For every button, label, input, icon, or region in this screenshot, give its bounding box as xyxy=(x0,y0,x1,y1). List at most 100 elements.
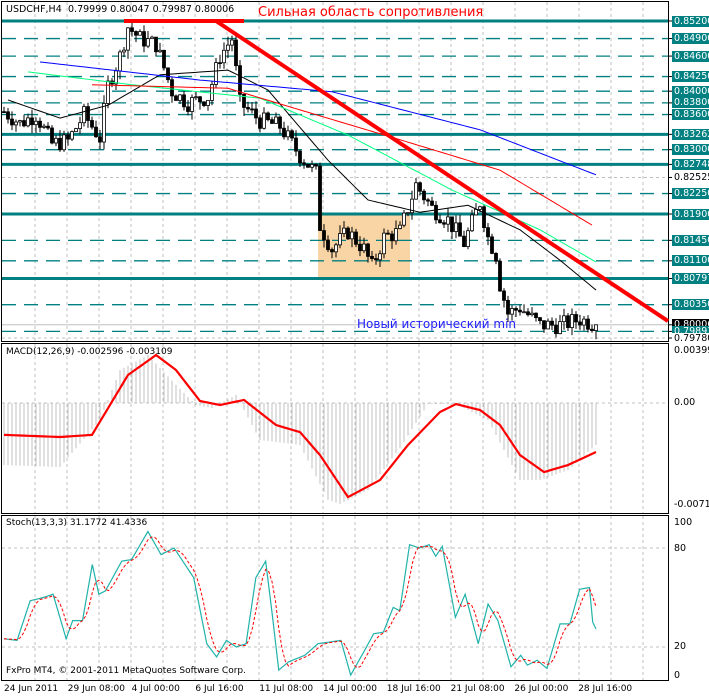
price-label: 0.82250 xyxy=(672,188,709,200)
bull-candle xyxy=(226,44,230,51)
price-label: 0.80350 xyxy=(672,299,709,311)
bear-candle xyxy=(46,125,50,129)
bull-candle xyxy=(210,84,214,101)
bear-candle xyxy=(542,320,546,330)
bear-candle xyxy=(554,324,558,335)
bear-candle xyxy=(450,216,454,232)
bull-candle xyxy=(474,208,478,216)
time-label: 21 Jul 08:00 xyxy=(450,684,505,694)
bear-candle xyxy=(578,321,582,326)
bull-candle xyxy=(42,125,46,128)
bear-candle xyxy=(6,111,10,120)
bear-candle xyxy=(170,79,174,97)
bull-candle xyxy=(334,244,338,253)
bull-candle xyxy=(54,137,58,144)
bear-candle xyxy=(98,136,102,143)
bull-candle xyxy=(582,318,586,326)
stoch-signal-line xyxy=(3,536,597,669)
bear-candle xyxy=(246,107,250,110)
bull-candle xyxy=(382,232,386,255)
bear-candle xyxy=(174,95,178,101)
time-label: 11 Jul 08:00 xyxy=(259,684,314,694)
price-label: 0.84600 xyxy=(672,50,709,62)
bear-candle xyxy=(130,27,134,32)
time-label: 24 Jun 2011 xyxy=(4,684,59,694)
time-label: 18 Jul 16:00 xyxy=(386,684,441,694)
bear-candle xyxy=(526,311,530,316)
bull-candle xyxy=(78,122,82,130)
price-label: 0.84000 xyxy=(672,85,709,97)
bull-candle xyxy=(122,49,126,53)
macd-axis-zero: 0.00 xyxy=(672,397,698,408)
bull-candle xyxy=(18,120,22,123)
bear-candle xyxy=(314,164,318,167)
bear-candle xyxy=(266,112,270,121)
price-label: 0.83600 xyxy=(672,109,709,121)
bear-candle xyxy=(514,308,518,311)
bear-candle xyxy=(498,260,502,292)
main-panel-frame xyxy=(1,1,669,342)
bear-candle xyxy=(50,127,54,144)
bull-candle xyxy=(414,182,418,200)
bear-candle xyxy=(482,206,486,229)
bear-candle xyxy=(586,318,590,330)
price-label: 0.81450 xyxy=(672,234,709,246)
bear-candle xyxy=(186,106,190,112)
bear-candle xyxy=(590,328,594,332)
bull-candle xyxy=(446,216,450,225)
price-label: 0.83262 xyxy=(672,128,709,140)
bear-candle xyxy=(2,111,6,114)
bull-candle xyxy=(562,315,566,323)
bear-candle xyxy=(426,199,430,202)
time-label: 29 Jun 08:00 xyxy=(67,684,125,694)
bear-candle xyxy=(306,163,310,168)
stoch-axis-20: 20 xyxy=(672,641,689,652)
downtrend-line xyxy=(214,19,670,323)
price-label: 0.79780 xyxy=(672,332,709,344)
bull-candle xyxy=(102,103,106,143)
bear-candle xyxy=(550,320,554,326)
bull-candle xyxy=(362,243,366,252)
bull-candle xyxy=(406,212,410,215)
price-label: 0.84900 xyxy=(672,33,709,45)
bear-candle xyxy=(330,249,334,253)
bull-candle xyxy=(262,112,266,129)
stoch-title: Stoch(13,3,3) 31.1772 41.4336 xyxy=(6,518,148,528)
bull-candle xyxy=(82,106,86,124)
time-label: 4 Jul 00:00 xyxy=(131,684,180,694)
bear-candle xyxy=(142,31,146,47)
price-label: 0.84250 xyxy=(672,71,709,83)
bear-candle xyxy=(86,106,90,121)
bull-candle xyxy=(558,321,562,335)
bull-candle xyxy=(114,70,118,85)
price-label: 0.85200 xyxy=(672,15,709,27)
bear-candle xyxy=(534,312,538,319)
bear-candle xyxy=(10,118,14,126)
bear-candle xyxy=(438,219,442,224)
bull-candle xyxy=(350,231,354,240)
bull-candle xyxy=(158,49,162,53)
time-label: 6 Jul 16:00 xyxy=(195,684,244,694)
bear-candle xyxy=(202,101,206,106)
bull-candle xyxy=(194,96,198,99)
bull-candle xyxy=(378,253,382,261)
bear-candle xyxy=(502,290,506,301)
bull-candle xyxy=(126,27,130,51)
bear-candle xyxy=(290,130,294,139)
bear-candle xyxy=(442,222,446,225)
bull-candle xyxy=(106,80,110,104)
bear-candle xyxy=(218,62,222,65)
price-label: 0.81100 xyxy=(672,255,709,267)
bull-candle xyxy=(286,130,290,138)
bear-candle xyxy=(90,120,94,128)
bull-candle xyxy=(570,314,574,328)
bear-candle xyxy=(302,162,306,165)
symbol-label: USDCHF,H4 xyxy=(6,4,62,15)
bull-candle xyxy=(546,320,550,330)
bull-candle xyxy=(398,224,402,229)
bear-candle xyxy=(518,309,522,313)
bear-candle xyxy=(430,200,434,206)
bear-candle xyxy=(58,137,62,151)
bear-candle xyxy=(566,315,570,328)
bull-candle xyxy=(74,128,78,133)
